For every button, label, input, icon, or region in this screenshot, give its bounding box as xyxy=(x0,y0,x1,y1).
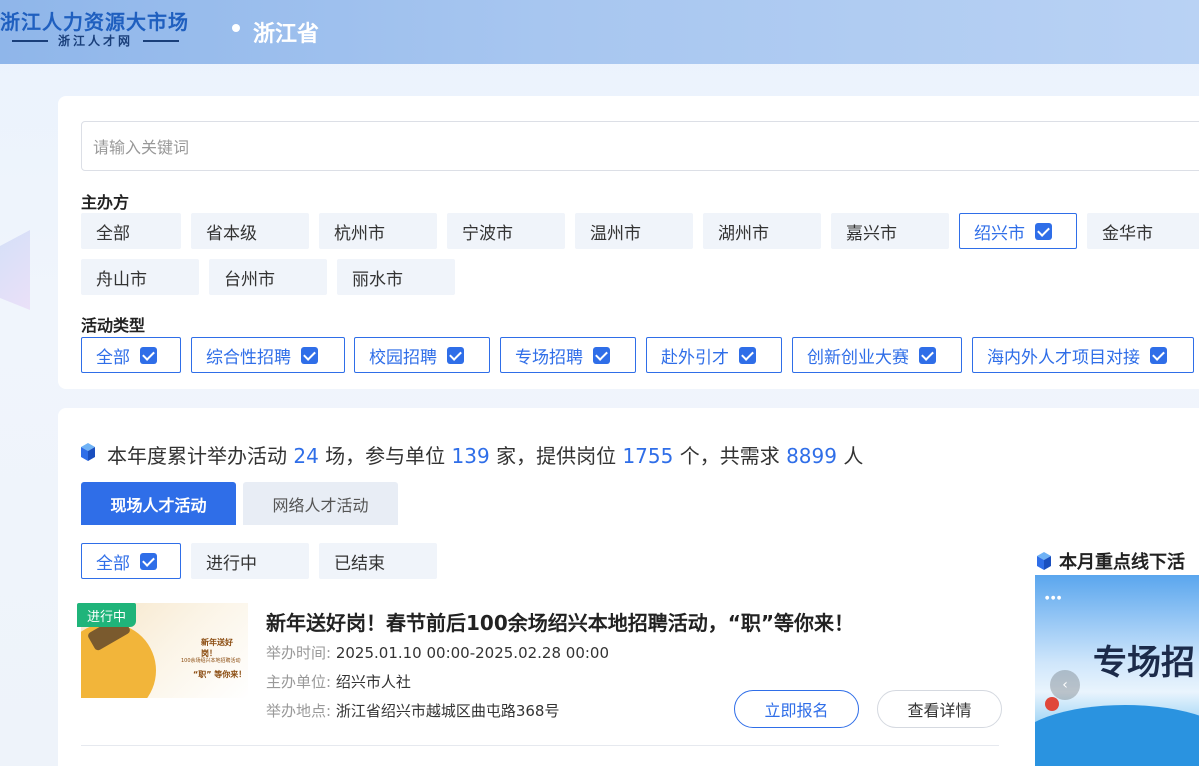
activity-type-campus[interactable]: 校园招聘 xyxy=(354,337,490,373)
organizer-option-jinhua[interactable]: 金华市 xyxy=(1087,213,1199,249)
view-details-button[interactable]: 查看详情 xyxy=(877,690,1002,728)
checkbox-checked-icon xyxy=(919,346,936,364)
organizer-option-lishui[interactable]: 丽水市 xyxy=(337,259,455,295)
event-place: 举办地点: 浙江省绍兴市越城区曲屯路368号 xyxy=(266,702,560,720)
activity-type-special[interactable]: 专场招聘 xyxy=(500,337,636,373)
decorative-ball xyxy=(1045,697,1059,711)
organizer-label: 主办方 xyxy=(81,193,130,212)
checkbox-checked-icon xyxy=(1035,222,1052,240)
event-time: 举办时间: 2025.01.10 00:00-2025.02.28 00:00 xyxy=(266,644,610,662)
organizer-option-shaoxing[interactable]: 绍兴市 xyxy=(959,213,1077,249)
register-button[interactable]: 立即报名 xyxy=(734,690,859,728)
organizer-option-provincial[interactable]: 省本级 xyxy=(191,213,309,249)
activity-type-overseas[interactable]: 海内外人才项目对接 xyxy=(972,337,1194,373)
status-filter-all[interactable]: 全部 xyxy=(81,543,181,579)
activity-list-panel: 本年度累计举办活动 24 场，参与单位 139 家，提供岗位 1755 个，共需… xyxy=(58,408,1199,766)
stat-units: 139 xyxy=(451,444,490,468)
search-input[interactable]: 请输入关键词 xyxy=(81,121,1199,171)
organizer-option-huzhou[interactable]: 湖州市 xyxy=(703,213,821,249)
organizer-option-taizhou[interactable]: 台州市 xyxy=(209,259,327,295)
event-item: 新年送好岗！ 100余场绍兴本地招聘活动 “职” 等你来！ 进行中 新年送好岗！… xyxy=(77,603,1002,746)
chevron-left-icon[interactable]: ‹ xyxy=(1050,670,1080,700)
cube-icon xyxy=(1037,552,1051,570)
region-dot-icon xyxy=(232,24,240,32)
organizer-option-wenzhou[interactable]: 温州市 xyxy=(575,213,693,249)
annual-stats: 本年度累计举办活动 24 场，参与单位 139 家，提供岗位 1755 个，共需… xyxy=(107,444,864,468)
decorative-shape xyxy=(0,230,30,310)
featured-banner[interactable]: ● ● ● 专场招 ‹ xyxy=(1035,575,1199,766)
monthly-highlights-title: 本月重点线下活 xyxy=(1037,548,1185,574)
status-filter-ended[interactable]: 已结束 xyxy=(319,543,437,579)
stat-positions: 1755 xyxy=(622,444,674,468)
organizer-option-jiaxing[interactable]: 嘉兴市 xyxy=(831,213,949,249)
checkbox-checked-icon xyxy=(301,346,318,364)
activity-type-label: 活动类型 xyxy=(81,316,146,335)
status-filter-ongoing[interactable]: 进行中 xyxy=(191,543,309,579)
organizer-option-all[interactable]: 全部 xyxy=(81,213,181,249)
activity-type-comprehensive[interactable]: 综合性招聘 xyxy=(191,337,345,373)
region-selector[interactable]: 浙江省 xyxy=(253,16,319,48)
tab-onsite-activities[interactable]: 现场人才活动 xyxy=(81,482,236,525)
organizer-option-zhoushan[interactable]: 舟山市 xyxy=(81,259,199,295)
checkbox-checked-icon xyxy=(447,346,464,364)
checkbox-checked-icon xyxy=(140,552,157,570)
filter-panel: 请输入关键词 主办方 全部 省本级 杭州市 宁波市 温州市 湖州市 嘉兴市 绍兴… xyxy=(58,96,1199,389)
banner-caption: ● ● ● xyxy=(1045,595,1062,601)
activity-type-outbound[interactable]: 赴外引才 xyxy=(646,337,782,373)
top-bar: 浙江人力资源大市场 浙江人才网 浙江省 xyxy=(0,0,1199,64)
cube-icon xyxy=(81,443,95,461)
checkbox-checked-icon xyxy=(1150,346,1167,364)
checkbox-checked-icon xyxy=(593,346,610,364)
stat-activities: 24 xyxy=(293,444,319,468)
checkbox-checked-icon xyxy=(739,346,756,364)
organizer-option-hangzhou[interactable]: 杭州市 xyxy=(319,213,437,249)
activity-type-innovation[interactable]: 创新创业大赛 xyxy=(792,337,962,373)
tab-online-activities[interactable]: 网络人才活动 xyxy=(243,482,398,525)
banner-text: 专场招 xyxy=(1093,643,1195,683)
event-title[interactable]: 新年送好岗！春节前后100余场绍兴本地招聘活动，“职”等你来！ xyxy=(266,607,854,636)
checkbox-checked-icon xyxy=(140,346,157,364)
site-logo[interactable]: 浙江人力资源大市场 xyxy=(0,6,189,35)
status-badge: 进行中 xyxy=(77,603,137,627)
event-host: 主办单位: 绍兴市人社 xyxy=(266,673,411,691)
organizer-option-ningbo[interactable]: 宁波市 xyxy=(447,213,565,249)
activity-type-all[interactable]: 全部 xyxy=(81,337,181,373)
logo-subtitle: 浙江人才网 xyxy=(0,32,210,49)
stat-demand: 8899 xyxy=(786,444,837,468)
